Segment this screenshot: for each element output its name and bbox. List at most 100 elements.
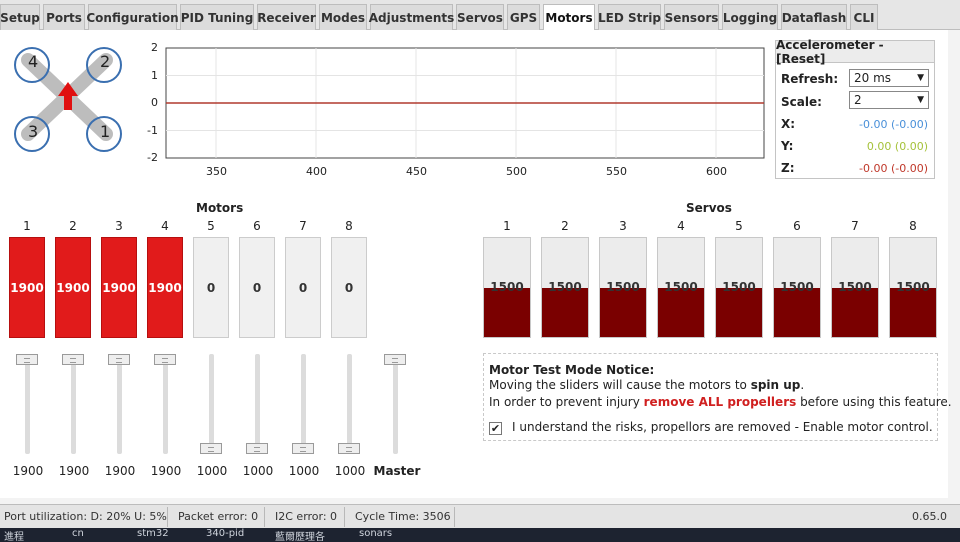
x-tick: 600 bbox=[706, 165, 727, 178]
slider-track[interactable] bbox=[347, 354, 352, 454]
master-slider-thumb[interactable] bbox=[384, 354, 406, 365]
slider-thumb[interactable] bbox=[154, 354, 176, 365]
motor-number: 4 bbox=[161, 219, 169, 233]
tab-cli[interactable]: CLI bbox=[850, 4, 878, 30]
motor-number: 7 bbox=[299, 219, 307, 233]
tab-setup[interactable]: Setup bbox=[0, 4, 40, 30]
slider-thumb[interactable] bbox=[246, 443, 268, 454]
slider-track[interactable] bbox=[25, 354, 30, 454]
motor-bar: 1900 bbox=[55, 237, 91, 338]
tab-gps[interactable]: GPS bbox=[507, 4, 540, 30]
y-tick: 1 bbox=[151, 69, 158, 82]
notice-line-1: Moving the sliders will cause the motors… bbox=[489, 378, 804, 392]
accelerometer-reset-header[interactable]: Accelerometer - [Reset] bbox=[776, 38, 934, 66]
slider-value: 1900 bbox=[58, 464, 90, 478]
refresh-select[interactable]: 20 ms ▼ bbox=[849, 69, 929, 87]
taskbar-item[interactable]: sonars bbox=[359, 528, 392, 539]
scale-select[interactable]: 2 ▼ bbox=[849, 91, 929, 109]
motor-label-4: 4 bbox=[28, 52, 39, 71]
servo-bar: 1500 bbox=[657, 237, 705, 338]
servo-value: 1500 bbox=[896, 280, 930, 294]
tab-modes[interactable]: Modes bbox=[319, 4, 367, 30]
servo-number: 3 bbox=[619, 219, 627, 233]
motor-number: 8 bbox=[345, 219, 353, 233]
servo-value: 1500 bbox=[490, 280, 524, 294]
slider-thumb[interactable] bbox=[108, 354, 130, 365]
servo-fill bbox=[774, 287, 820, 337]
taskbar-item[interactable]: cn bbox=[72, 528, 84, 539]
accelerometer-plot: 2 1 0 -1 -2 350 400 450 500 550 600 bbox=[138, 40, 768, 185]
motor-number: 3 bbox=[115, 219, 123, 233]
tab-receiver[interactable]: Receiver bbox=[257, 4, 316, 30]
slider-thumb[interactable] bbox=[200, 443, 222, 454]
servo-value: 1500 bbox=[664, 280, 698, 294]
enable-motor-label[interactable]: I understand the risks, propellors are r… bbox=[512, 420, 933, 434]
x-axis-label: X: bbox=[781, 117, 796, 131]
slider-value: 1000 bbox=[334, 464, 366, 478]
servo-number: 7 bbox=[851, 219, 859, 233]
taskbar-item[interactable]: stm32 bbox=[137, 528, 169, 539]
tab-sensors[interactable]: Sensors bbox=[664, 4, 719, 30]
servo-fill bbox=[890, 287, 936, 337]
tab-ports[interactable]: Ports bbox=[43, 4, 85, 30]
y-tick: -2 bbox=[147, 151, 158, 164]
servo-bar: 1500 bbox=[599, 237, 647, 338]
tab-pid-tuning[interactable]: PID Tuning bbox=[180, 4, 254, 30]
taskbar-item[interactable]: 進程 bbox=[4, 528, 24, 542]
taskbar-item[interactable]: 340-pid bbox=[206, 528, 244, 539]
motor-label-3: 3 bbox=[28, 122, 39, 141]
servo-value: 1500 bbox=[606, 280, 640, 294]
servo-fill bbox=[658, 287, 704, 337]
tab-logging[interactable]: Logging bbox=[722, 4, 778, 30]
x-tick: 450 bbox=[406, 165, 427, 178]
slider-value: 1000 bbox=[242, 464, 274, 478]
servo-value: 1500 bbox=[780, 280, 814, 294]
servo-value: 1500 bbox=[722, 280, 756, 294]
master-slider-track[interactable] bbox=[393, 354, 398, 454]
tab-dataflash[interactable]: Dataflash bbox=[781, 4, 847, 30]
slider-value: 1900 bbox=[12, 464, 44, 478]
z-axis-label: Z: bbox=[781, 161, 795, 175]
servo-number: 1 bbox=[503, 219, 511, 233]
quad-frame-graphic bbox=[14, 47, 122, 152]
motor-test-notice: Motor Test Mode Notice: Moving the slide… bbox=[483, 353, 952, 441]
plot-canvas bbox=[165, 47, 765, 159]
motors-title: Motors bbox=[196, 201, 244, 215]
cycle-time: Cycle Time: 3506 bbox=[355, 510, 451, 523]
refresh-label: Refresh: bbox=[781, 72, 839, 86]
slider-value: 1900 bbox=[104, 464, 136, 478]
enable-motor-checkbox[interactable]: ✔ bbox=[489, 422, 502, 435]
x-axis-value: -0.00 (-0.00) bbox=[858, 118, 928, 131]
os-taskbar: 進程 cn stm32 340-pid 藍爾歷理各 sonars bbox=[0, 528, 960, 542]
packet-error: Packet error: 0 bbox=[178, 510, 259, 523]
slider-track[interactable] bbox=[163, 354, 168, 454]
tab-adjustments[interactable]: Adjustments bbox=[369, 4, 454, 30]
slider-track[interactable] bbox=[117, 354, 122, 454]
slider-track[interactable] bbox=[209, 354, 214, 454]
slider-thumb[interactable] bbox=[292, 443, 314, 454]
x-tick: 350 bbox=[206, 165, 227, 178]
tab-servos[interactable]: Servos bbox=[456, 4, 504, 30]
status-divider bbox=[454, 507, 455, 527]
status-divider bbox=[167, 507, 168, 527]
notice-line-2-text: In order to prevent injury bbox=[489, 395, 644, 409]
tab-motors[interactable]: Motors bbox=[543, 4, 595, 31]
slider-track[interactable] bbox=[255, 354, 260, 454]
slider-track[interactable] bbox=[301, 354, 306, 454]
slider-thumb[interactable] bbox=[62, 354, 84, 365]
slider-thumb[interactable] bbox=[16, 354, 38, 365]
master-label: Master bbox=[373, 464, 421, 478]
servo-fill bbox=[832, 287, 878, 337]
tab-led-strip[interactable]: LED Strip bbox=[598, 4, 661, 30]
slider-thumb[interactable] bbox=[338, 443, 360, 454]
servo-bar: 1500 bbox=[773, 237, 821, 338]
status-divider bbox=[264, 507, 265, 527]
x-tick: 400 bbox=[306, 165, 327, 178]
taskbar-item[interactable]: 藍爾歷理各 bbox=[275, 528, 325, 542]
tab-configuration[interactable]: Configuration bbox=[86, 4, 179, 30]
slider-track[interactable] bbox=[71, 354, 76, 454]
slider-value: 1000 bbox=[288, 464, 320, 478]
motor-number: 1 bbox=[23, 219, 31, 233]
servo-value: 1500 bbox=[548, 280, 582, 294]
y-axis-label: Y: bbox=[781, 139, 794, 153]
